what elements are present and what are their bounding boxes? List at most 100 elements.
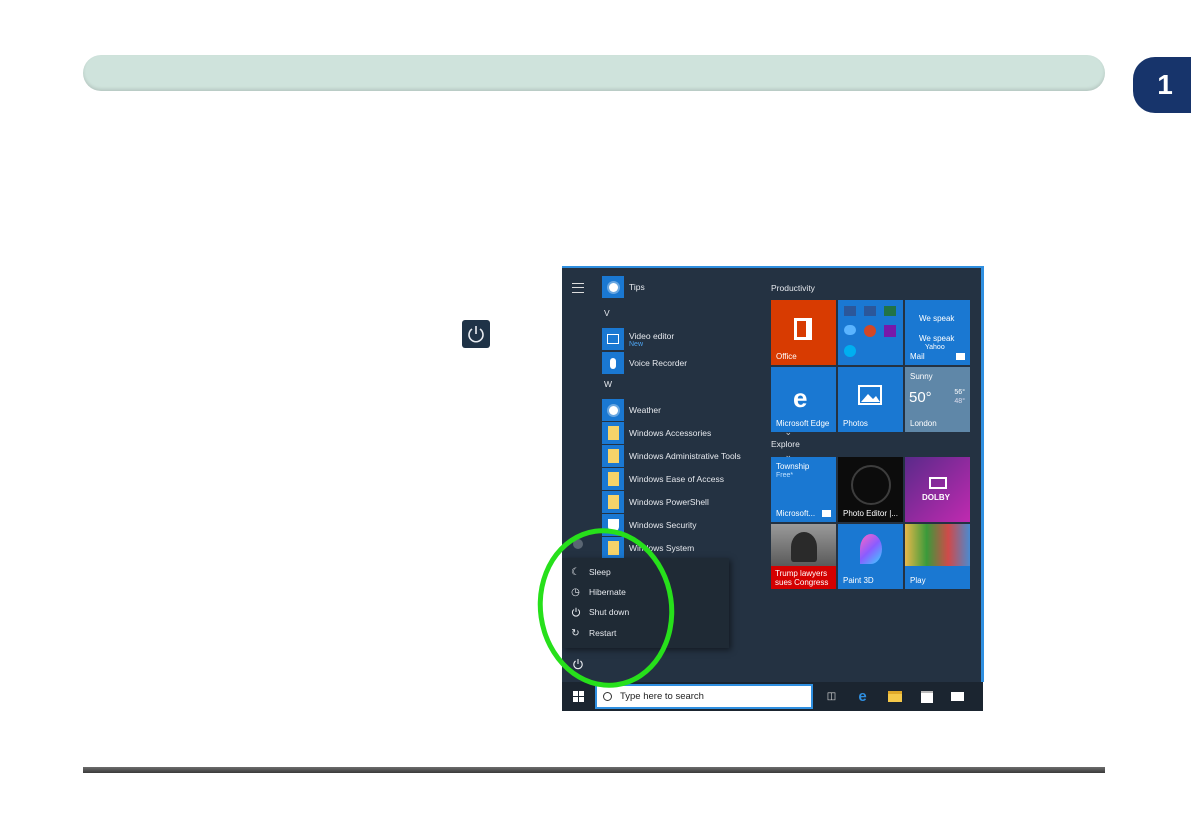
manual-page: 1 Tips V Video editor New Voice Recorder…	[0, 0, 1191, 839]
app-tips[interactable]: Tips	[602, 276, 762, 298]
app-video-editor[interactable]: Video editor New	[602, 328, 762, 350]
app-windows-accessories[interactable]: Windows Accessories ⌄	[602, 422, 792, 444]
app-new-badge: New	[629, 340, 644, 348]
screenshot-border	[562, 266, 983, 268]
header-bar	[83, 55, 1105, 91]
power-menu-hibernate[interactable]: ◷ Hibernate	[570, 584, 626, 600]
user-avatar[interactable]	[573, 539, 583, 549]
tile-office-apps[interactable]	[838, 300, 903, 365]
app-voice-recorder[interactable]: Voice Recorder	[602, 352, 762, 374]
search-icon	[603, 692, 612, 701]
edge-icon[interactable]: e	[855, 688, 870, 705]
mail-preview-line: Yahoo	[925, 344, 945, 351]
restart-icon: ↻	[571, 627, 580, 639]
tile-label: Microsoft...	[776, 509, 816, 518]
app-label: Windows Accessories	[629, 428, 712, 438]
tile-price: Free*	[776, 472, 794, 479]
tile-label: Paint 3D	[843, 576, 874, 585]
app-label: Windows Security	[629, 520, 697, 530]
app-weather[interactable]: Weather	[602, 399, 762, 421]
app-label: Windows PowerShell	[629, 497, 709, 507]
power-menu-sleep[interactable]: ☾ Sleep	[570, 564, 611, 580]
group-title-productivity[interactable]: Productivity	[771, 283, 815, 293]
power-menu-label: Restart	[589, 628, 617, 638]
microphone-icon	[602, 352, 624, 374]
video-editor-icon	[602, 328, 624, 350]
power-menu-label: Sleep	[589, 567, 611, 577]
taskbar-search-box[interactable]: Type here to search	[595, 684, 813, 709]
power-menu: ☾ Sleep ◷ Hibernate Shut down ↻ Restart	[562, 558, 729, 648]
power-menu-shut-down[interactable]: Shut down	[570, 604, 629, 620]
app-windows-administrative-tools[interactable]: Windows Administrative Tools ⌄	[602, 445, 792, 467]
tips-icon	[602, 276, 624, 298]
word-icon	[864, 306, 876, 316]
weather-high: 56°	[954, 389, 965, 396]
hamburger-menu-icon[interactable]	[572, 283, 584, 293]
power-menu-restart[interactable]: ↻ Restart	[570, 625, 616, 641]
app-label: Weather	[629, 405, 661, 415]
tile-title: Township	[776, 462, 810, 471]
tile-dolby[interactable]: DOLBY	[905, 457, 970, 522]
power-menu-label: Hibernate	[589, 587, 626, 597]
news-headline: Trump lawyers	[775, 569, 828, 578]
app-label: Windows System	[629, 543, 695, 553]
file-explorer-icon[interactable]	[887, 689, 902, 704]
onenote-icon	[884, 325, 896, 337]
weather-icon	[602, 399, 624, 421]
group-title-explore[interactable]: Explore	[771, 439, 800, 449]
news-headline: sues Congress	[775, 578, 829, 587]
app-windows-system[interactable]: Windows System ⌄	[602, 537, 792, 559]
word-icon	[844, 306, 856, 316]
task-view-icon[interactable]: ◫	[824, 689, 839, 704]
tile-weather[interactable]: Sunny 50° 56° 48° London	[905, 367, 970, 432]
app-label: Windows Administrative Tools	[629, 451, 741, 461]
section-letter[interactable]: V	[604, 308, 610, 318]
app-label: Tips	[629, 282, 645, 292]
tile-township[interactable]: Township Free* Microsoft...	[771, 457, 836, 522]
tile-microsoft-edge[interactable]: e Microsoft Edge	[771, 367, 836, 432]
tile-photo-editor[interactable]: Photo Editor |...	[838, 457, 903, 522]
moon-icon: ☾	[571, 566, 580, 578]
store-badge-icon	[822, 510, 831, 517]
app-label: Windows Ease of Access	[629, 474, 724, 484]
tile-news[interactable]: Trump lawyers sues Congress	[771, 524, 836, 589]
tile-mail[interactable]: We speak We speak Yahoo Mail	[905, 300, 970, 365]
power-button[interactable]	[562, 650, 594, 678]
section-letter[interactable]: W	[604, 379, 612, 389]
tile-paint-3d[interactable]: Paint 3D	[838, 524, 903, 589]
mail-icon	[956, 353, 965, 360]
dolby-icon	[929, 477, 947, 489]
mail-preview-line: We speak	[919, 314, 955, 323]
folder-icon	[602, 445, 624, 467]
app-label: Voice Recorder	[629, 358, 688, 368]
app-windows-powershell[interactable]: Windows PowerShell ⌄	[602, 491, 792, 513]
mail-icon[interactable]	[950, 689, 965, 704]
app-windows-security[interactable]: Windows Security	[602, 514, 762, 536]
edge-icon: e	[793, 383, 808, 413]
shield-icon	[602, 514, 624, 536]
tile-photos[interactable]: Photos	[838, 367, 903, 432]
screenshot-border	[981, 266, 984, 682]
tile-label: Play	[910, 576, 926, 585]
tile-office[interactable]: Office	[771, 300, 836, 365]
power-icon	[573, 659, 583, 670]
photo-editor-icon	[851, 465, 891, 505]
tile-label: Mail	[910, 352, 925, 361]
games-collage	[905, 524, 970, 566]
store-icon[interactable]	[919, 689, 934, 704]
app-windows-ease-of-access[interactable]: Windows Ease of Access ⌄	[602, 468, 792, 490]
weather-temperature: 50°	[909, 389, 932, 406]
taskbar: Type here to search ◫ e	[562, 682, 983, 711]
tile-label: London	[910, 419, 937, 428]
powerpoint-icon	[864, 325, 876, 337]
weather-condition: Sunny	[910, 372, 933, 381]
app-label: Video editor	[629, 330, 675, 341]
paint-3d-icon	[860, 534, 882, 564]
clock-icon: ◷	[571, 586, 580, 598]
folder-icon	[602, 468, 624, 490]
power-icon	[462, 320, 490, 348]
start-button[interactable]	[562, 682, 594, 711]
tile-play[interactable]: Play	[905, 524, 970, 589]
onedrive-icon	[844, 325, 856, 335]
office-icon	[794, 318, 812, 340]
